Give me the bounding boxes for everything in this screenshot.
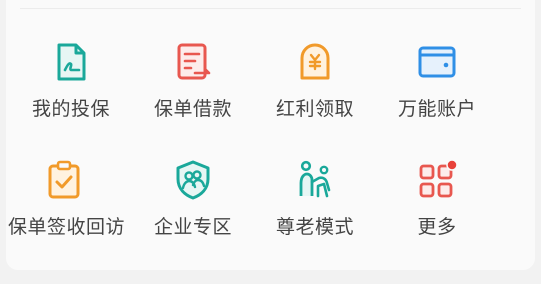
menu-item-policy-receipt-visit[interactable]: 保单签收回访 [8,158,126,248]
dividend-icon [293,40,337,84]
menu-item-label: 我的投保 [31,98,110,120]
service-menu-card: 我的投保 保单借款 红利领取 万能账户 保单签收回访 企业专区 尊老模式 更多 [6,0,535,270]
elder-mode-icon [293,158,337,202]
menu-item-label: 保单借款 [153,98,232,120]
menu-item-dividend[interactable]: 红利领取 [259,40,371,130]
notification-dot-icon [446,159,458,171]
policy-loan-icon [171,40,215,84]
divider [20,8,521,9]
insurance-doc-icon [49,40,93,84]
menu-item-more[interactable]: 更多 [381,158,493,248]
grid-more-icon [415,158,459,202]
clipboard-check-icon [42,158,86,202]
menu-item-label: 万能账户 [397,98,476,120]
menu-item-label: 保单签收回访 [8,216,126,238]
menu-item-label: 红利领取 [275,98,354,120]
enterprise-shield-icon [171,158,215,202]
menu-item-enterprise-zone[interactable]: 企业专区 [137,158,249,248]
menu-item-policy-loan[interactable]: 保单借款 [137,40,249,130]
menu-item-label: 尊老模式 [275,216,354,238]
menu-item-my-insurance[interactable]: 我的投保 [15,40,127,130]
wallet-icon [415,40,459,84]
menu-item-label: 企业专区 [153,216,232,238]
menu-item-elder-mode[interactable]: 尊老模式 [259,158,371,248]
menu-item-universal-account[interactable]: 万能账户 [381,40,493,130]
menu-item-label: 更多 [417,216,457,238]
